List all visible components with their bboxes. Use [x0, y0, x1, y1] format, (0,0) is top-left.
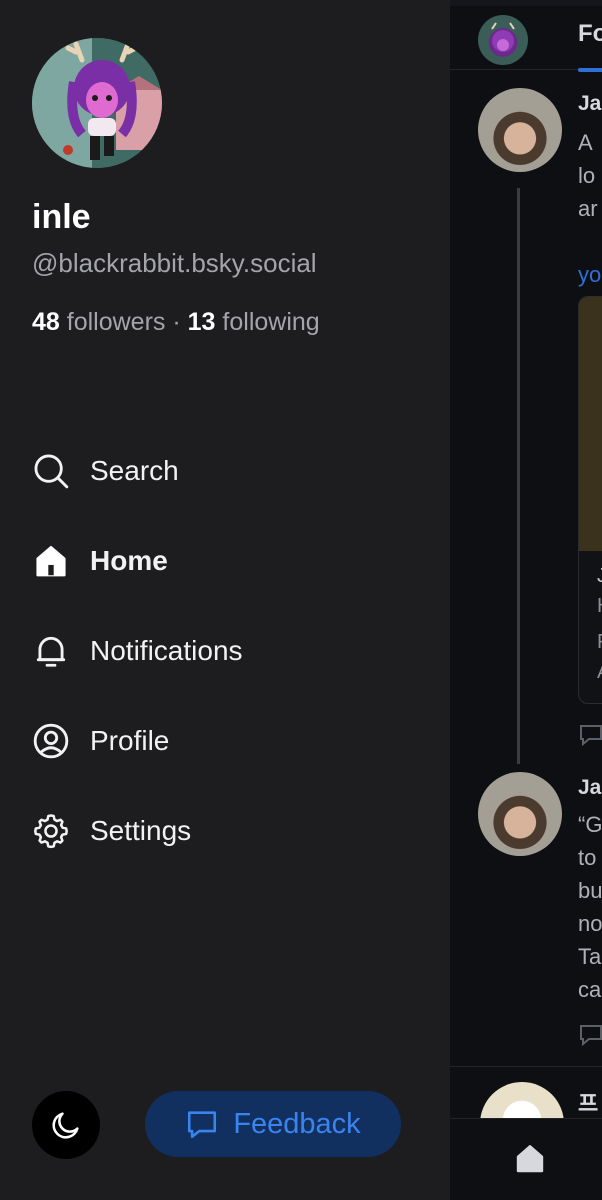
post-text-line: lo	[578, 163, 596, 188]
display-name: inle	[32, 198, 91, 236]
reply-icon[interactable]	[578, 722, 602, 748]
thread-line	[517, 188, 520, 764]
message-icon	[188, 1111, 217, 1139]
following-count[interactable]: 13	[188, 308, 216, 336]
feedback-label: Feedback	[233, 1107, 361, 1140]
home-icon[interactable]	[512, 1141, 548, 1177]
nav-item-label: Search	[90, 455, 179, 486]
stats-separator: ·	[172, 308, 181, 336]
search-icon	[32, 452, 70, 490]
following-label[interactable]: following	[222, 308, 319, 336]
nav-item-label: Settings	[90, 815, 192, 846]
nav-item-profile[interactable]: Profile	[32, 716, 412, 766]
profile-icon	[32, 722, 70, 760]
home-feed: Fo Ja A lo ar yo J H F A Ja “G to bu no …	[450, 0, 602, 1200]
tab-underline	[578, 68, 602, 72]
reply-icon[interactable]	[578, 1022, 602, 1048]
followers-count[interactable]: 48	[32, 308, 60, 336]
post-author[interactable]: 프	[578, 1086, 598, 1118]
post-author[interactable]: Ja	[578, 92, 601, 116]
post-text-line: A	[578, 130, 593, 155]
home-icon	[32, 542, 70, 580]
bell-icon	[32, 632, 70, 670]
post-text-line: bu	[578, 878, 602, 903]
gear-icon	[32, 812, 70, 850]
post-avatar[interactable]	[478, 88, 562, 172]
post-divider	[450, 1066, 602, 1067]
embed-image	[579, 297, 602, 551]
bottom-tab-bar	[450, 1118, 602, 1200]
nav-item-label: Profile	[90, 725, 170, 756]
post-author[interactable]: Ja	[578, 776, 601, 800]
nav-item-settings[interactable]: Settings	[32, 806, 412, 856]
post-link[interactable]: yo	[578, 262, 601, 288]
post-text-line: to	[578, 845, 597, 870]
theme-toggle-button[interactable]	[32, 1091, 100, 1159]
avatar[interactable]	[32, 38, 162, 168]
nav-item-notifications[interactable]: Notifications	[32, 626, 412, 676]
nav-item-label: Home	[90, 545, 168, 576]
feed-header: Fo	[450, 6, 602, 72]
feedback-button[interactable]: Feedback	[145, 1091, 401, 1157]
post-avatar[interactable]	[478, 772, 562, 856]
nav-item-label: Notifications	[90, 635, 243, 666]
moon-icon	[52, 1112, 79, 1139]
embed-domain: H	[597, 595, 602, 618]
follow-stats: 48 followers · 13 following	[32, 308, 320, 337]
embed-description: A	[597, 661, 602, 684]
post-text-line: ca	[578, 977, 602, 1002]
post-text-line: ar	[578, 196, 598, 221]
post-text-line: “G	[578, 812, 602, 837]
nav-item-home[interactable]: Home	[32, 536, 412, 586]
tab-following[interactable]: Fo	[578, 20, 602, 48]
link-embed-card[interactable]: J H F A	[578, 296, 602, 704]
embed-description: F	[597, 631, 602, 654]
nav-item-search[interactable]: Search	[32, 446, 412, 496]
post-text-line: Ta	[578, 944, 602, 969]
handle: @blackrabbit.bsky.social	[32, 248, 317, 278]
embed-title: J	[597, 565, 602, 588]
header-avatar[interactable]	[478, 15, 528, 65]
side-drawer: inle @blackrabbit.bsky.social 48 followe…	[0, 0, 450, 1200]
post-text-line: no	[578, 911, 602, 936]
followers-label[interactable]: followers	[67, 308, 166, 336]
